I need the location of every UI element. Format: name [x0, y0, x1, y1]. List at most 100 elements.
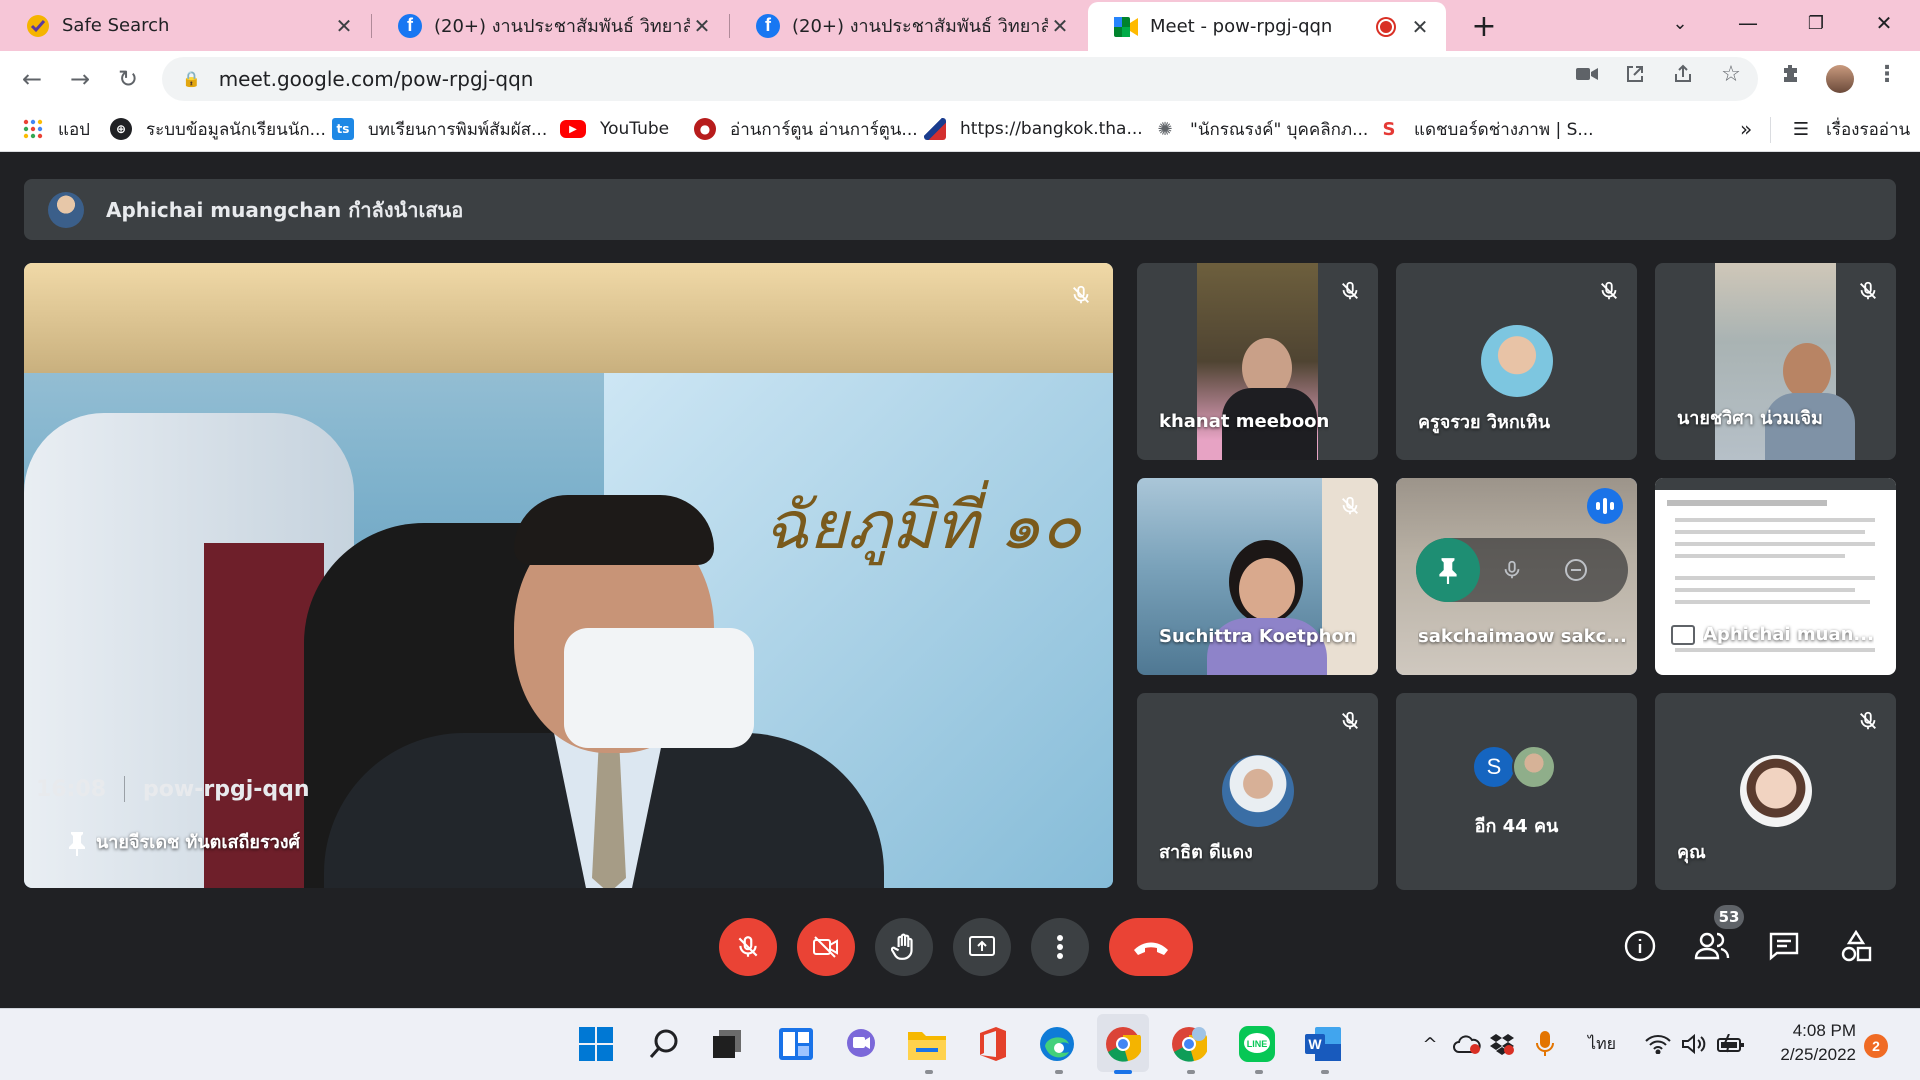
participant-tile[interactable]: สาธิต ดีแดง [1137, 693, 1378, 890]
mic-off-icon [1852, 705, 1884, 737]
edge-icon [1040, 1027, 1074, 1061]
reading-list-button[interactable]: ☰ เรื่องรออ่าน [1790, 115, 1910, 143]
avatar-initial: S [1472, 745, 1516, 789]
mute-participant-button[interactable] [1480, 538, 1544, 602]
people-button[interactable] [1688, 922, 1736, 970]
participant-tile[interactable]: นายชวิศา น่วมเจิม [1655, 263, 1896, 460]
share-icon[interactable] [1670, 61, 1696, 87]
bookmark-manga[interactable]: ● อ่านการ์ตูน อ่านการ์ตูน... [694, 115, 918, 143]
video-person [1239, 558, 1295, 620]
profile-avatar[interactable] [1826, 65, 1854, 93]
more-menu-icon[interactable]: ⋮ [1874, 61, 1900, 87]
tab-facebook-2[interactable]: f (20+) งานประชาสัมพันธ์ วิทยาลัยพณิ ✕ [730, 0, 1086, 51]
start-button[interactable] [575, 1023, 617, 1065]
remove-participant-button[interactable] [1544, 538, 1608, 602]
tab-facebook-1[interactable]: f (20+) งานประชาสัมพันธ์ วิทยาลัยพณิ ✕ [372, 0, 728, 51]
notification-badge[interactable]: 2 [1864, 1034, 1888, 1058]
leave-call-button[interactable] [1109, 918, 1193, 976]
bookmark-campaigner[interactable]: ✺ "นักรณรงค์" บุคคลิกภ... [1154, 115, 1368, 143]
presenting-banner[interactable]: Aphichai muangchan กำลังนำเสนอ [24, 179, 1896, 240]
camera-toggle-button[interactable] [797, 918, 855, 976]
tray-overflow-icon[interactable]: ^ [1418, 1027, 1442, 1061]
address-bar[interactable]: 🔒 meet.google.com/pow-rpgj-qqn [162, 57, 1758, 101]
chrome-button-active[interactable] [1102, 1023, 1144, 1065]
screen-share-tile[interactable]: Aphichai muan... [1655, 478, 1896, 675]
tab-close-icon[interactable]: ✕ [690, 14, 714, 38]
task-view-button[interactable] [707, 1023, 749, 1065]
avatar [1739, 755, 1812, 827]
tab-close-icon[interactable]: ✕ [1048, 14, 1072, 38]
checkmark-icon [26, 14, 50, 38]
dropbox-icon[interactable] [1488, 1027, 1516, 1061]
banner-text: ฉัยภูมิที่ ๑๐ [764, 487, 1082, 564]
search-button[interactable] [643, 1023, 685, 1065]
camera-icon[interactable] [1574, 61, 1600, 87]
restore-icon[interactable]: ❐ [1786, 0, 1846, 46]
present-now-button[interactable] [953, 918, 1011, 976]
minimize-icon[interactable]: — [1718, 0, 1778, 46]
mic-off-icon [1593, 275, 1625, 307]
bookmark-photographer[interactable]: S แดชบอร์ดช่างภาพ | S... [1378, 115, 1594, 143]
video-person [1783, 343, 1831, 399]
pin-participant-button[interactable] [1416, 538, 1480, 602]
tab-google-meet[interactable]: Meet - pow-rpgj-qqn ✕ [1088, 2, 1446, 51]
bookmarks-overflow-button[interactable]: » [1740, 115, 1752, 143]
dots-icon: ✺ [1157, 118, 1173, 140]
system-clock[interactable]: 4:08 PM 2/25/2022 [1736, 1019, 1856, 1067]
participant-tile[interactable]: ครูจรวย วิหกเหิน [1396, 263, 1637, 460]
more-options-button[interactable] [1031, 918, 1089, 976]
raise-hand-button[interactable] [875, 918, 933, 976]
pin-icon[interactable] [66, 830, 88, 856]
wifi-icon[interactable] [1644, 1027, 1672, 1061]
teams-chat-button[interactable] [840, 1023, 882, 1065]
tab-close-icon[interactable]: ✕ [332, 14, 356, 38]
widgets-button[interactable] [775, 1023, 817, 1065]
chat-icon [1769, 932, 1799, 961]
airline-icon [924, 118, 946, 140]
extensions-icon[interactable] [1778, 61, 1804, 87]
edge-button[interactable] [1036, 1023, 1078, 1065]
mic-toggle-button[interactable] [719, 918, 777, 976]
onedrive-icon[interactable] [1452, 1027, 1482, 1061]
bookmark-bangkok[interactable]: https://bangkok.tha... [924, 115, 1143, 143]
participant-name: Suchittra Koetphon [1159, 626, 1357, 647]
more-participants-tile[interactable]: S อีก 44 คน [1396, 693, 1637, 890]
participant-tile[interactable]: Suchittra Koetphon [1137, 478, 1378, 675]
new-tab-button[interactable]: + [1466, 8, 1502, 44]
participant-tile-speaking[interactable]: sakchaimaow sakc... [1396, 478, 1637, 675]
open-external-icon[interactable] [1622, 61, 1648, 87]
participant-tile[interactable]: khanat meeboon [1137, 263, 1378, 460]
meeting-details-button[interactable] [1616, 922, 1664, 970]
microphone-icon[interactable] [1532, 1027, 1558, 1061]
tab-search-icon[interactable]: ⌄ [1650, 0, 1710, 46]
participant-name: sakchaimaow sakc... [1418, 626, 1627, 647]
tab-safe-search[interactable]: Safe Search ✕ [0, 0, 370, 51]
document-line [1675, 600, 1870, 604]
line-button[interactable]: LINE [1236, 1023, 1278, 1065]
input-language[interactable]: ไทย [1582, 1027, 1622, 1061]
participant-name: Aphichai muan... [1703, 624, 1874, 645]
word-button[interactable]: W [1302, 1023, 1344, 1065]
close-window-icon[interactable]: ✕ [1854, 0, 1914, 46]
back-icon[interactable]: ← [16, 63, 48, 95]
volume-icon[interactable] [1680, 1027, 1708, 1061]
windows-logo-icon [579, 1027, 613, 1061]
chrome-profile-button[interactable] [1168, 1023, 1210, 1065]
bookmark-typing[interactable]: ts บทเรียนการพิมพ์สัมผัส... [332, 115, 547, 143]
running-indicator [1055, 1070, 1063, 1074]
tab-close-icon[interactable]: ✕ [1408, 15, 1432, 39]
apps-grid-icon [22, 118, 44, 140]
forward-icon[interactable]: → [64, 63, 96, 95]
self-tile[interactable]: คุณ [1655, 693, 1896, 890]
bookmark-apps[interactable]: แอป [22, 115, 90, 143]
chat-button[interactable] [1760, 922, 1808, 970]
file-explorer-button[interactable] [906, 1023, 948, 1065]
activities-button[interactable] [1832, 922, 1880, 970]
bookmark-student-system[interactable]: ⊕ ระบบข้อมูลนักเรียนนัก... [110, 115, 326, 143]
facebook-icon: f [756, 13, 780, 38]
avatar [1512, 745, 1556, 789]
bookmark-star-icon[interactable]: ☆ [1718, 61, 1744, 87]
reload-icon[interactable]: ↻ [112, 63, 144, 95]
office-button[interactable] [972, 1023, 1014, 1065]
bookmark-youtube[interactable]: ▶ YouTube [560, 115, 669, 143]
